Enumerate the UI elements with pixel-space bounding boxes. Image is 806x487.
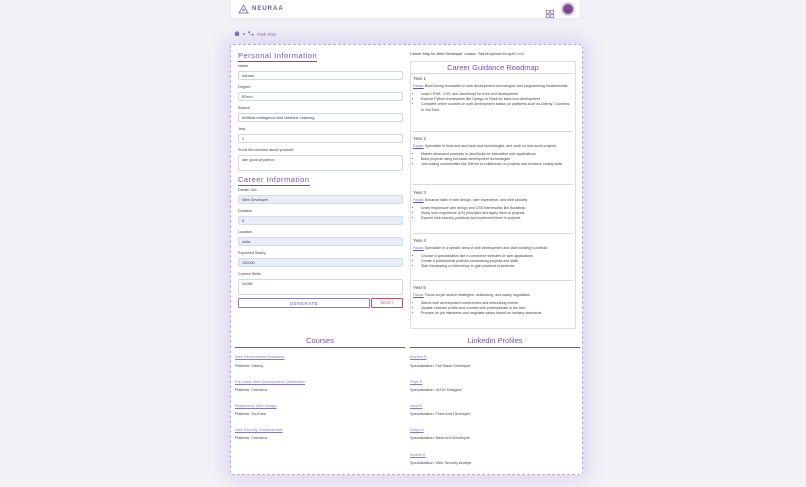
focus-label: Focus: bbox=[413, 246, 424, 250]
intro-label: Short Introduction about yourself: bbox=[238, 148, 294, 152]
location-input[interactable]: India bbox=[238, 237, 403, 246]
linkedin-profile-link[interactable]: Sahil N bbox=[410, 404, 422, 408]
apps-grid-icon[interactable] bbox=[546, 5, 554, 18]
name-label: Name bbox=[238, 64, 249, 68]
year-items: Learn HTML, CSS, and JavaScript for fron… bbox=[421, 92, 573, 113]
dream-job-input[interactable]: Web Developer bbox=[238, 195, 403, 204]
skills-label: Current Skills bbox=[238, 272, 261, 276]
user-avatar[interactable] bbox=[561, 2, 575, 16]
year-title: Year 1 bbox=[413, 76, 426, 81]
list-item: Complete online courses on web developme… bbox=[421, 102, 573, 112]
linkedin-profile-link[interactable]: Priya R bbox=[410, 380, 422, 384]
roadmap-heading: Career Map for Web Developer <class= "fa… bbox=[410, 52, 525, 56]
year-items: Choose a specialization like e-commerce … bbox=[421, 254, 573, 270]
name-input[interactable]: Ashwin bbox=[238, 71, 403, 80]
roadmap-title: Career Guidance Roadmap bbox=[447, 63, 539, 72]
roadmap-title-divider bbox=[411, 73, 575, 74]
year-divider bbox=[413, 280, 573, 281]
duration-label: Duration bbox=[238, 209, 253, 213]
branch-input[interactable]: Artificial Intelligence And Machine Lear… bbox=[238, 113, 403, 122]
course-platform: Platform: Udemy bbox=[235, 364, 264, 368]
year-input[interactable]: 1 bbox=[238, 134, 403, 143]
linkedin-spec: Specialization: UI/UX Designer bbox=[410, 388, 462, 392]
branch-label: Branch bbox=[238, 106, 251, 110]
focus-label: Focus: bbox=[413, 84, 424, 88]
degree-input[interactable]: BTech bbox=[238, 92, 403, 101]
location-label: Location bbox=[238, 230, 253, 234]
year-3-block: Year 3 Focus: Enhance skills in web desi… bbox=[413, 190, 573, 222]
brand-logo[interactable]: NEURAA bbox=[238, 4, 284, 14]
linkedin-spec: Specialization: Front-end Developer bbox=[410, 412, 471, 416]
course-link[interactable]: Full Stack Web Development Certification bbox=[235, 380, 305, 384]
list-item: Start freelancing or internships to gain… bbox=[421, 264, 573, 269]
course-link[interactable]: Responsive Web Design bbox=[235, 404, 277, 408]
courses-title: Courses bbox=[235, 336, 405, 348]
year-label: Year bbox=[238, 127, 246, 131]
year-items: Learn responsive web design and CSS fram… bbox=[421, 206, 573, 222]
linkedin-profile-link[interactable]: Divya M bbox=[410, 428, 424, 432]
logo-text: NEURAA bbox=[252, 6, 284, 12]
focus-label: Focus: bbox=[413, 293, 424, 297]
year-title: Year 3 bbox=[413, 190, 426, 195]
course-platform: Platform: YouTube bbox=[235, 412, 267, 416]
focus-label: Focus: bbox=[413, 198, 424, 202]
course-platform: Platform: Coursera bbox=[235, 388, 267, 392]
year-focus: Focus: Enhance skills in web design, use… bbox=[413, 198, 528, 202]
year-focus: Focus: Specialize in front-end and back-… bbox=[413, 144, 557, 148]
year-items: Master advanced concepts in JavaScript f… bbox=[421, 152, 573, 168]
list-item: Prepare for job interviews and negotiate… bbox=[421, 311, 573, 316]
course-link[interactable]: Web Development Bootcamp bbox=[235, 355, 284, 359]
linkedin-spec: Specialization: Back-end Developer bbox=[410, 436, 470, 440]
focus-label: Focus: bbox=[413, 144, 424, 148]
year-1-block: Year 1 Focus: Build strong foundation in… bbox=[413, 76, 573, 113]
linkedin-spec: Specialization: Web Security Analyst bbox=[410, 461, 472, 465]
top-bar: NEURAA bbox=[231, 0, 580, 18]
linkedin-profile-link[interactable]: Aravind S bbox=[410, 355, 426, 359]
list-item: Join coding communities like GitHub to c… bbox=[421, 162, 573, 167]
intro-textarea[interactable]: Iam good at python bbox=[238, 155, 403, 171]
skills-textarea[interactable]: NONE bbox=[238, 279, 403, 295]
year-title: Year 5 bbox=[413, 285, 426, 290]
dream-job-label: Dream Job bbox=[238, 188, 257, 192]
reset-button[interactable]: RESET bbox=[371, 298, 403, 308]
year-5-block: Year 5 Focus: Focus on job search strate… bbox=[413, 285, 573, 317]
year-title: Year 4 bbox=[413, 238, 426, 243]
home-icon[interactable] bbox=[234, 31, 240, 37]
route-icon bbox=[248, 31, 254, 37]
breadcrumb-current[interactable]: Path Plan bbox=[257, 32, 277, 37]
course-link[interactable]: Web Security Fundamentals bbox=[235, 428, 283, 432]
personal-info-title: Personal Information bbox=[238, 51, 318, 62]
year-divider bbox=[413, 131, 573, 132]
logo-icon bbox=[238, 4, 249, 14]
year-focus: Focus: Focus on job search strategies, n… bbox=[413, 293, 531, 297]
year-divider bbox=[413, 233, 573, 234]
generate-button[interactable]: GENERATE bbox=[238, 298, 370, 308]
course-platform: Platform: Coursera bbox=[235, 436, 267, 440]
duration-input[interactable]: 5 bbox=[238, 216, 403, 225]
year-divider bbox=[413, 184, 573, 185]
list-item: Explore web security practices and imple… bbox=[421, 216, 573, 221]
linkedin-profile-link[interactable]: Karthik R bbox=[410, 453, 426, 457]
year-2-block: Year 2 Focus: Specialize in front-end an… bbox=[413, 136, 573, 168]
degree-label: Degree bbox=[238, 85, 251, 89]
linkedin-title: Linkedin Profiles bbox=[410, 336, 580, 348]
year-items: Attend web development conferences and n… bbox=[421, 301, 573, 317]
salary-input[interactable]: 100000 bbox=[238, 258, 403, 267]
year-focus: Focus: Build strong foundation in web de… bbox=[413, 84, 568, 88]
linkedin-spec: Specialization: Full Stack Developer bbox=[410, 364, 471, 368]
career-info-title: Career Information bbox=[238, 175, 310, 186]
year-title: Year 2 bbox=[413, 136, 426, 141]
year-focus: Focus: Specialize in a specific area of … bbox=[413, 246, 548, 250]
salary-label: Expected Salary bbox=[238, 251, 266, 255]
breadcrumb: Path Plan bbox=[234, 31, 277, 37]
year-4-block: Year 4 Focus: Specialize in a specific a… bbox=[413, 238, 573, 270]
breadcrumb-separator bbox=[243, 33, 245, 35]
main-panel: Personal Information Name Ashwin Degree … bbox=[230, 44, 583, 475]
